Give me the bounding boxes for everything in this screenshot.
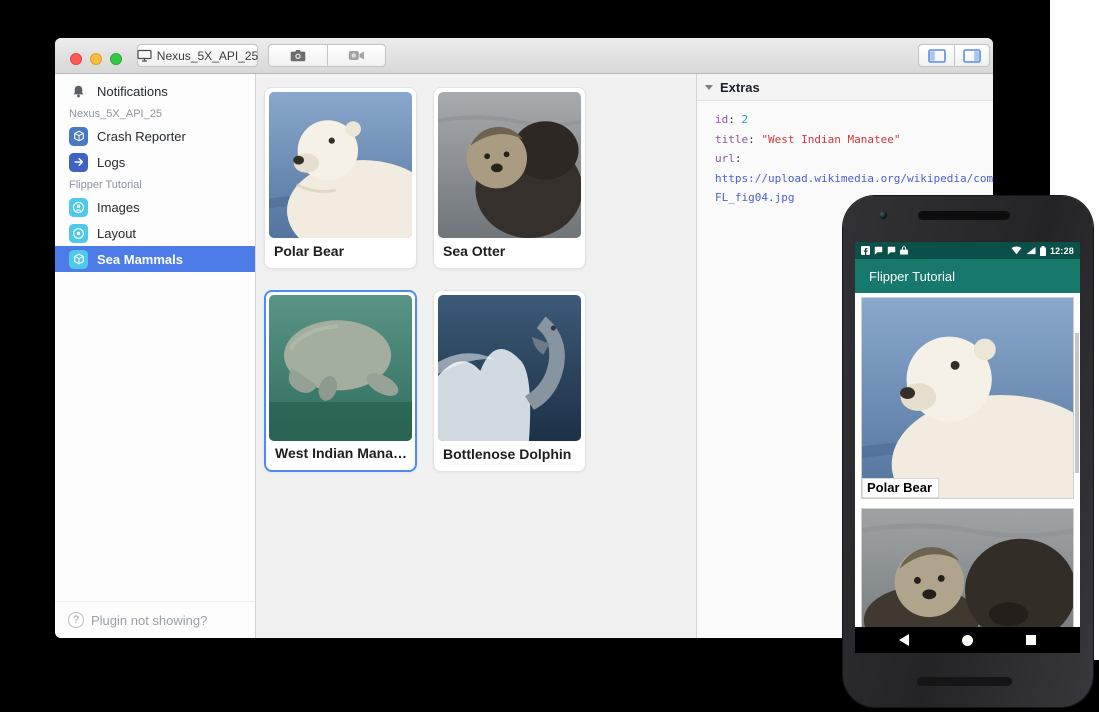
extras-title: Extras [720, 80, 760, 95]
signal-icon [1026, 246, 1036, 255]
sidebar-item-crash-reporter[interactable]: Crash Reporter [55, 123, 255, 149]
sea-otter-image [438, 92, 581, 238]
camera-icon [290, 49, 306, 62]
sidebar-item-label: Layout [97, 226, 136, 241]
front-camera-dot [879, 211, 887, 219]
cube-icon [69, 127, 88, 146]
toggle-left-panel-button[interactable] [918, 44, 954, 67]
phone-sea-otters-image [861, 508, 1074, 627]
card-polar-bear[interactable]: Polar Bear [264, 87, 417, 269]
monitor-icon [137, 49, 152, 62]
card-title: West Indian Mana… [275, 445, 409, 461]
back-icon [899, 634, 909, 646]
data-row-url: url [715, 149, 993, 169]
polar-bear-image [269, 92, 412, 238]
desktop-background: Nexus_5X_API_25 [0, 0, 1099, 712]
extras-header[interactable]: Extras [697, 74, 993, 101]
close-button[interactable] [70, 53, 82, 65]
device-name: Nexus_5X_API_25 [157, 49, 258, 63]
phone-app-title: Flipper Tutorial [869, 269, 955, 284]
sidebar-section-app: Flipper Tutorial [55, 175, 255, 194]
video-camera-icon [348, 50, 365, 61]
card-bottlenose-dolphin[interactable]: Bottlenose Dolphin [433, 290, 586, 472]
sidebar-item-label: Sea Mammals [97, 252, 183, 267]
data-row-id: id 2 [715, 110, 993, 130]
sidebar-item-notifications[interactable]: Notifications [55, 78, 255, 104]
device-selector-button[interactable]: Nexus_5X_API_25 [137, 44, 258, 67]
sea-mammals-grid: Polar Bear [256, 74, 696, 638]
recents-icon [1026, 635, 1036, 645]
manatee-image [269, 295, 412, 441]
capture-button-group [268, 44, 386, 67]
card-sea-otter[interactable]: Sea Otter [433, 87, 586, 269]
cube-icon [69, 250, 88, 269]
sidebar-item-layout[interactable]: Layout [55, 220, 255, 246]
card-title: Sea Otter [443, 243, 579, 259]
data-row-title: title "West Indian Manatee" [715, 130, 993, 150]
phone-nav-bar [855, 627, 1080, 653]
arrow-right-icon [69, 153, 88, 172]
screen-record-button[interactable] [327, 44, 386, 67]
user-circle-icon [69, 198, 88, 217]
titlebar: Nexus_5X_API_25 [55, 38, 993, 74]
bell-icon [69, 82, 88, 101]
wifi-icon [1011, 246, 1022, 255]
fullscreen-button[interactable] [110, 53, 122, 65]
sidebar-section-device: Nexus_5X_API_25 [55, 104, 255, 123]
sidebar-item-label: Images [97, 200, 140, 215]
card-title: Bottlenose Dolphin [443, 446, 579, 462]
sidebar-item-images[interactable]: Images [55, 194, 255, 220]
chat-icon [887, 246, 896, 255]
sidebar-item-label: Notifications [97, 84, 168, 99]
dolphin-image [438, 295, 581, 441]
plugin-sidebar: Notifications Nexus_5X_API_25 Crash Repo… [55, 74, 256, 638]
battery-icon [1040, 246, 1046, 256]
target-icon [69, 224, 88, 243]
plugin-help-label: Plugin not showing? [91, 613, 207, 628]
toggle-right-panel-icon [963, 49, 981, 63]
sidebar-item-label: Logs [97, 155, 125, 170]
plugin-help-link[interactable]: ? Plugin not showing? [55, 601, 255, 638]
data-row-url-value: https://upload.wikimedia.org/wikipedia/c… [715, 169, 993, 189]
phone-image-label: Polar Bear [862, 478, 939, 498]
bottom-speaker [917, 677, 1012, 686]
lock-icon [900, 246, 908, 255]
facebook-icon [861, 246, 870, 255]
card-title: Polar Bear [274, 243, 410, 259]
panel-toggle-group [918, 44, 990, 67]
chat-icon [874, 246, 883, 255]
toggle-right-panel-button[interactable] [954, 44, 990, 67]
phone-screen: 12:28 Flipper Tutorial [855, 242, 1080, 653]
sidebar-item-sea-mammals[interactable]: Sea Mammals [55, 246, 255, 272]
home-icon [962, 635, 973, 646]
help-circle-icon: ? [68, 612, 84, 628]
sidebar-item-logs[interactable]: Logs [55, 149, 255, 175]
extras-data-inspector: id 2 title "West Indian Manatee" url htt… [697, 101, 993, 208]
toggle-left-panel-icon [928, 49, 946, 63]
android-phone: 12:28 Flipper Tutorial [843, 196, 1093, 707]
phone-polar-bear-image: Polar Bear [861, 297, 1074, 499]
phone-scrollbar [1075, 333, 1079, 473]
status-clock: 12:28 [1050, 246, 1074, 256]
phone-action-bar: Flipper Tutorial [855, 259, 1080, 293]
earpiece-speaker [918, 211, 1010, 220]
sidebar-item-label: Crash Reporter [97, 129, 186, 144]
phone-image-list: Polar Bear [855, 293, 1080, 627]
phone-status-bar: 12:28 [855, 242, 1080, 259]
chevron-down-icon [705, 85, 713, 90]
minimize-button[interactable] [90, 53, 102, 65]
screenshot-button[interactable] [268, 44, 327, 67]
card-west-indian-manatee[interactable]: West Indian Mana… [264, 290, 417, 472]
